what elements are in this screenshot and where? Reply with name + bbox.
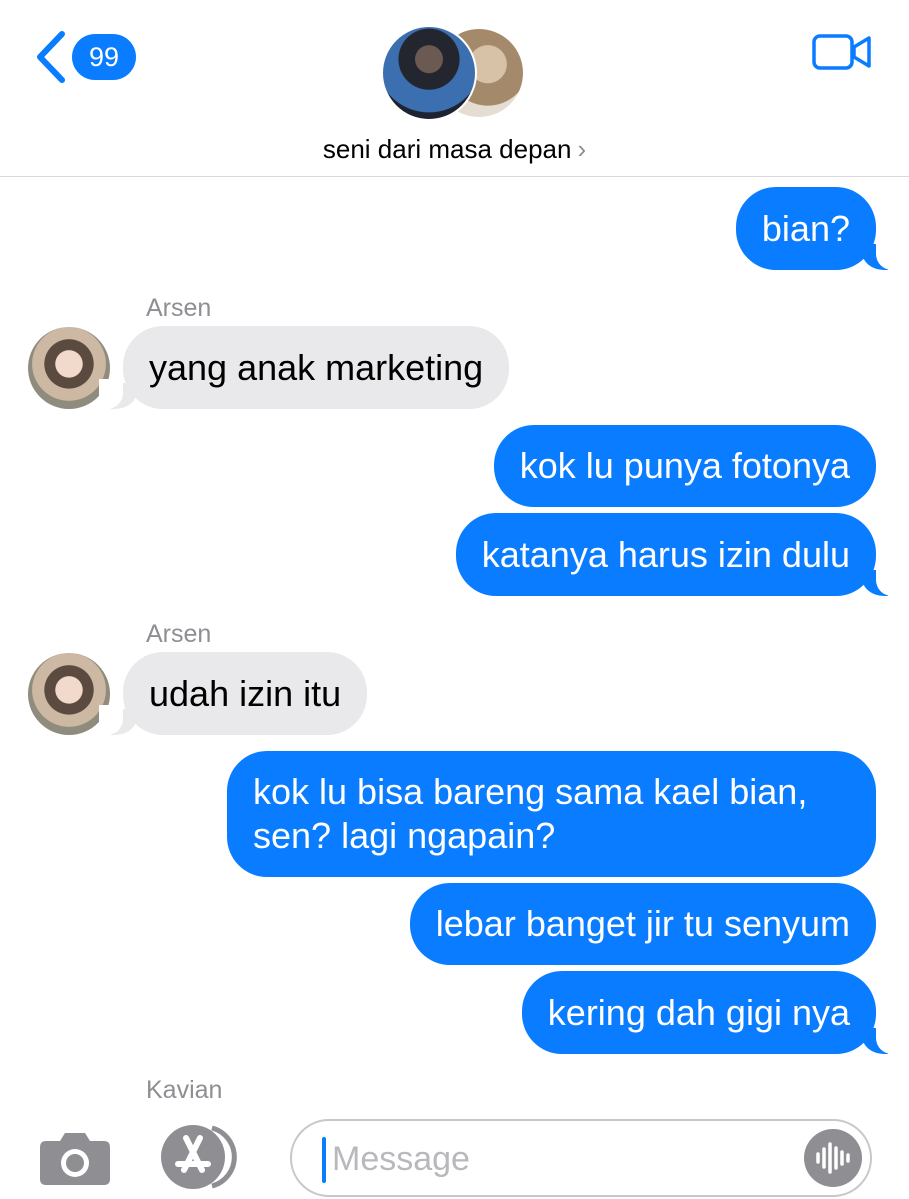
incoming-message-bubble[interactable]: yang anak marketing [98,326,510,409]
video-camera-icon [812,34,871,70]
unread-count-badge: 99 [72,34,136,80]
conversation-header: 99 seni dari masa depan › [0,0,909,177]
app-store-icon [161,1125,237,1189]
message-text: lebar banget jir tu senyum [435,903,850,944]
message-text: udah izin itu [149,672,342,714]
camera-icon [40,1133,110,1185]
audio-waveform-icon [816,1142,850,1174]
outgoing-message-bubble[interactable]: kok lu bisa bareng sama kael bian, sen? … [227,751,876,877]
message-text-line: sen? lagi ngapain? [253,815,556,856]
avatar[interactable] [28,327,110,409]
message-text: kering dah gigi nya [547,991,850,1033]
back-button[interactable]: 99 [34,30,136,84]
app-store-button[interactable] [160,1124,246,1195]
message-text-line: kok lu bisa bareng sama kael bian, [253,771,808,812]
chevron-left-icon [37,31,65,83]
camera-button[interactable] [38,1129,112,1192]
group-name-button[interactable]: seni dari masa depan › [0,134,909,165]
message-text: yang anak marketing [149,346,484,388]
message-composer-bar [0,1110,909,1199]
group-member-avatar [381,25,477,121]
outgoing-message-bubble[interactable]: katanya harus izin dulu [455,513,901,596]
outgoing-message-bubble[interactable]: kok lu punya fotonya [493,425,876,507]
video-call-button[interactable] [812,32,872,77]
group-avatar[interactable] [381,25,531,121]
text-cursor [322,1137,326,1183]
typing-sender-name: Kavian [146,1076,223,1104]
message-text: kok lu punya fotonya [519,445,850,486]
outgoing-message-bubble[interactable]: kering dah gigi nya [521,971,901,1054]
audio-message-button[interactable] [804,1129,862,1187]
message-text: bian? [761,207,850,249]
message-text: katanya harus izin dulu [481,533,850,575]
outgoing-message-bubble[interactable]: lebar banget jir tu senyum [409,883,876,965]
outgoing-message-bubble[interactable]: bian? [735,187,901,270]
message-input[interactable] [330,1131,794,1187]
sender-name: Arsen [146,620,212,648]
sender-name: Arsen [146,294,212,322]
avatar[interactable] [28,653,110,735]
group-name: seni dari masa depan [322,134,572,164]
chevron-right-icon: › [577,134,587,164]
incoming-message-bubble[interactable]: udah izin itu [98,652,368,735]
message-input-container[interactable] [290,1119,872,1197]
